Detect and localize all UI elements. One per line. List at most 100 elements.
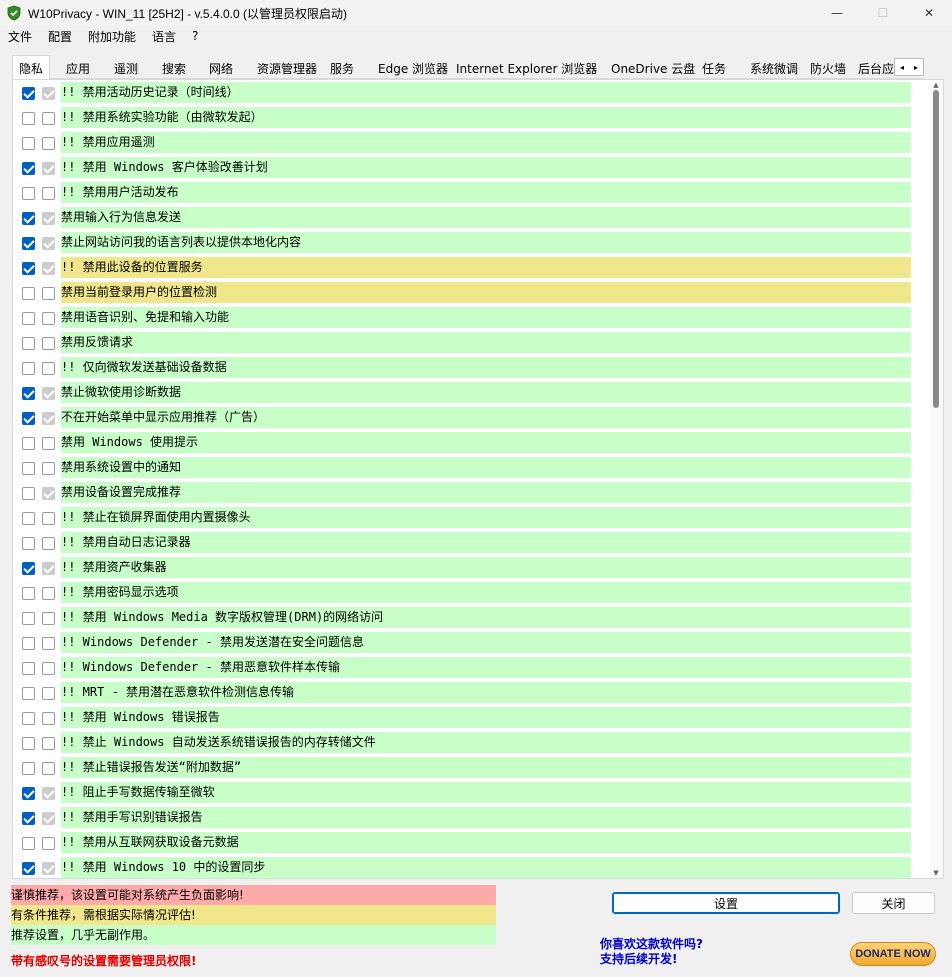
setting-label[interactable]: !! 禁用 Windows 客户体验改善计划 xyxy=(61,157,911,178)
setting-checkbox[interactable] xyxy=(22,587,35,600)
setting-checkbox[interactable] xyxy=(22,137,35,150)
maximize-button[interactable]: ☐ xyxy=(860,0,906,26)
setting-checkbox[interactable] xyxy=(22,837,35,850)
tab-scroll-left-icon[interactable]: ◂ xyxy=(895,59,909,75)
tab-apps[interactable]: 应用 xyxy=(66,58,90,78)
setting-label[interactable]: !! 禁用资产收集器 xyxy=(61,557,911,578)
tab-privacy[interactable]: 隐私 xyxy=(12,55,51,81)
setting-label[interactable]: 禁止微软使用诊断数据 xyxy=(61,382,911,403)
setting-checkbox[interactable] xyxy=(22,462,35,475)
setting-checkbox[interactable] xyxy=(22,612,35,625)
tab-firewall[interactable]: 防火墙 xyxy=(810,58,846,78)
setting-checkbox[interactable] xyxy=(22,162,35,175)
setting-label[interactable]: !! 禁用此设备的位置服务 xyxy=(61,257,911,278)
setting-checkbox[interactable] xyxy=(22,112,35,125)
setting-label[interactable]: !! 禁用系统实验功能（由微软发起） xyxy=(61,107,911,128)
setting-label[interactable]: !! 禁用自动日志记录器 xyxy=(61,532,911,553)
setting-checkbox[interactable] xyxy=(22,862,35,875)
setting-checkbox[interactable] xyxy=(22,487,35,500)
setting-label[interactable]: !! 禁用 Windows 10 中的设置同步 xyxy=(61,857,911,878)
setting-checkbox[interactable] xyxy=(22,387,35,400)
setting-checkbox[interactable] xyxy=(22,212,35,225)
setting-label[interactable]: !! 禁止 Windows 自动发送系统错误报告的内存转储文件 xyxy=(61,732,911,753)
setting-checkbox[interactable] xyxy=(22,787,35,800)
menu-config[interactable]: 配置 xyxy=(40,28,80,45)
setting-checkbox[interactable] xyxy=(22,312,35,325)
setting-label[interactable]: 禁用输入行为信息发送 xyxy=(61,207,911,228)
setting-label[interactable]: !! 禁用从互联网获取设备元数据 xyxy=(61,832,911,853)
close-window-button[interactable]: ✕ xyxy=(906,0,952,26)
tab-explorer[interactable]: 资源管理器 xyxy=(257,58,317,78)
menu-extras[interactable]: 附加功能 xyxy=(80,28,144,45)
setting-label[interactable]: 禁用反馈请求 xyxy=(61,332,911,353)
setting-row: 禁用语音识别、免提和输入功能 xyxy=(13,306,913,331)
tab-telemetry[interactable]: 遥测 xyxy=(114,58,138,78)
scroll-down-icon[interactable]: ▼ xyxy=(930,868,942,878)
setting-label[interactable]: 禁用 Windows 使用提示 xyxy=(61,432,911,453)
setting-label[interactable]: !! 禁用 Windows Media 数字版权管理(DRM)的网络访问 xyxy=(61,607,911,628)
menu-language[interactable]: 语言 xyxy=(144,28,184,45)
setting-checkbox[interactable] xyxy=(22,512,35,525)
setting-checkbox[interactable] xyxy=(22,262,35,275)
tab-edge[interactable]: Edge 浏览器 xyxy=(378,58,448,78)
donate-button[interactable]: DONATE NOW xyxy=(850,942,936,966)
setting-label[interactable]: !! 仅向微软发送基础设备数据 xyxy=(61,357,911,378)
tab-search[interactable]: 搜索 xyxy=(162,58,186,78)
setting-label[interactable]: !! Windows Defender - 禁用发送潜在安全问题信息 xyxy=(61,632,911,653)
menu-help[interactable]: ? xyxy=(184,29,206,43)
tab-scroll-right-icon[interactable]: ▸ xyxy=(909,59,923,75)
setting-checkbox[interactable] xyxy=(22,412,35,425)
vertical-scrollbar[interactable]: ▲ ▼ xyxy=(930,80,942,878)
setting-recommended-checkbox xyxy=(42,737,55,750)
menu-file[interactable]: 文件 xyxy=(0,28,40,45)
legend-yellow: 有条件推荐，需根据实际情况评估! xyxy=(11,905,496,925)
setting-checkbox[interactable] xyxy=(22,287,35,300)
scroll-up-icon[interactable]: ▲ xyxy=(930,80,942,90)
tab-tasks[interactable]: 任务 xyxy=(702,58,726,78)
setting-label[interactable]: 禁用语音识别、免提和输入功能 xyxy=(61,307,911,328)
setting-checkbox[interactable] xyxy=(22,537,35,550)
setting-label[interactable]: !! 禁止错误报告发送“附加数据” xyxy=(61,757,911,778)
tab-onedrive[interactable]: OneDrive 云盘 xyxy=(611,58,695,78)
setting-label[interactable]: 禁用设备设置完成推荐 xyxy=(61,482,911,503)
setting-checkbox[interactable] xyxy=(22,187,35,200)
setting-checkbox[interactable] xyxy=(22,812,35,825)
setting-label[interactable]: !! 禁用手写识别错误报告 xyxy=(61,807,911,828)
setting-checkbox[interactable] xyxy=(22,437,35,450)
legend-red: 谨慎推荐，该设置可能对系统产生负面影响! xyxy=(11,885,496,905)
setting-label[interactable]: 不在开始菜单中显示应用推荐（广告） xyxy=(61,407,911,428)
setting-checkbox[interactable] xyxy=(22,637,35,650)
tab-network[interactable]: 网络 xyxy=(209,58,233,78)
setting-checkbox[interactable] xyxy=(22,762,35,775)
setting-checkbox[interactable] xyxy=(22,87,35,100)
tab-services[interactable]: 服务 xyxy=(330,58,354,78)
setting-label[interactable]: 禁止网站访问我的语言列表以提供本地化内容 xyxy=(61,232,911,253)
setting-checkbox[interactable] xyxy=(22,562,35,575)
tab-ie[interactable]: Internet Explorer 浏览器 xyxy=(456,58,597,78)
setting-label[interactable]: 禁用系统设置中的通知 xyxy=(61,457,911,478)
setting-checkbox[interactable] xyxy=(22,737,35,750)
setting-label[interactable]: !! 禁用 Windows 错误报告 xyxy=(61,707,911,728)
setting-label[interactable]: !! 禁止在锁屏界面使用内置摄像头 xyxy=(61,507,911,528)
setting-label[interactable]: !! 禁用活动历史记录（时间线） xyxy=(61,82,911,103)
setting-label[interactable]: !! MRT - 禁用潜在恶意软件检测信息传输 xyxy=(61,682,911,703)
setting-label[interactable]: !! Windows Defender - 禁用恶意软件样本传输 xyxy=(61,657,911,678)
setting-checkbox[interactable] xyxy=(22,712,35,725)
apply-settings-button[interactable]: 设置 xyxy=(612,892,840,914)
close-button[interactable]: 关闭 xyxy=(852,892,935,914)
tab-background-apps[interactable]: 后台应 xyxy=(858,58,894,78)
setting-label[interactable]: !! 禁用用户活动发布 xyxy=(61,182,911,203)
tab-tweaks[interactable]: 系统微调 xyxy=(750,58,798,78)
setting-label[interactable]: 禁用当前登录用户的位置检测 xyxy=(61,282,911,303)
setting-label[interactable]: !! 禁用应用遥测 xyxy=(61,132,911,153)
setting-recommended-checkbox xyxy=(42,412,55,425)
setting-checkbox[interactable] xyxy=(22,662,35,675)
scrollbar-thumb[interactable] xyxy=(933,90,939,408)
setting-checkbox[interactable] xyxy=(22,237,35,250)
setting-checkbox[interactable] xyxy=(22,337,35,350)
setting-checkbox[interactable] xyxy=(22,687,35,700)
setting-label[interactable]: !! 禁用密码显示选项 xyxy=(61,582,911,603)
setting-checkbox[interactable] xyxy=(22,362,35,375)
setting-label[interactable]: !! 阻止手写数据传输至微软 xyxy=(61,782,911,803)
minimize-button[interactable]: — xyxy=(814,0,860,26)
